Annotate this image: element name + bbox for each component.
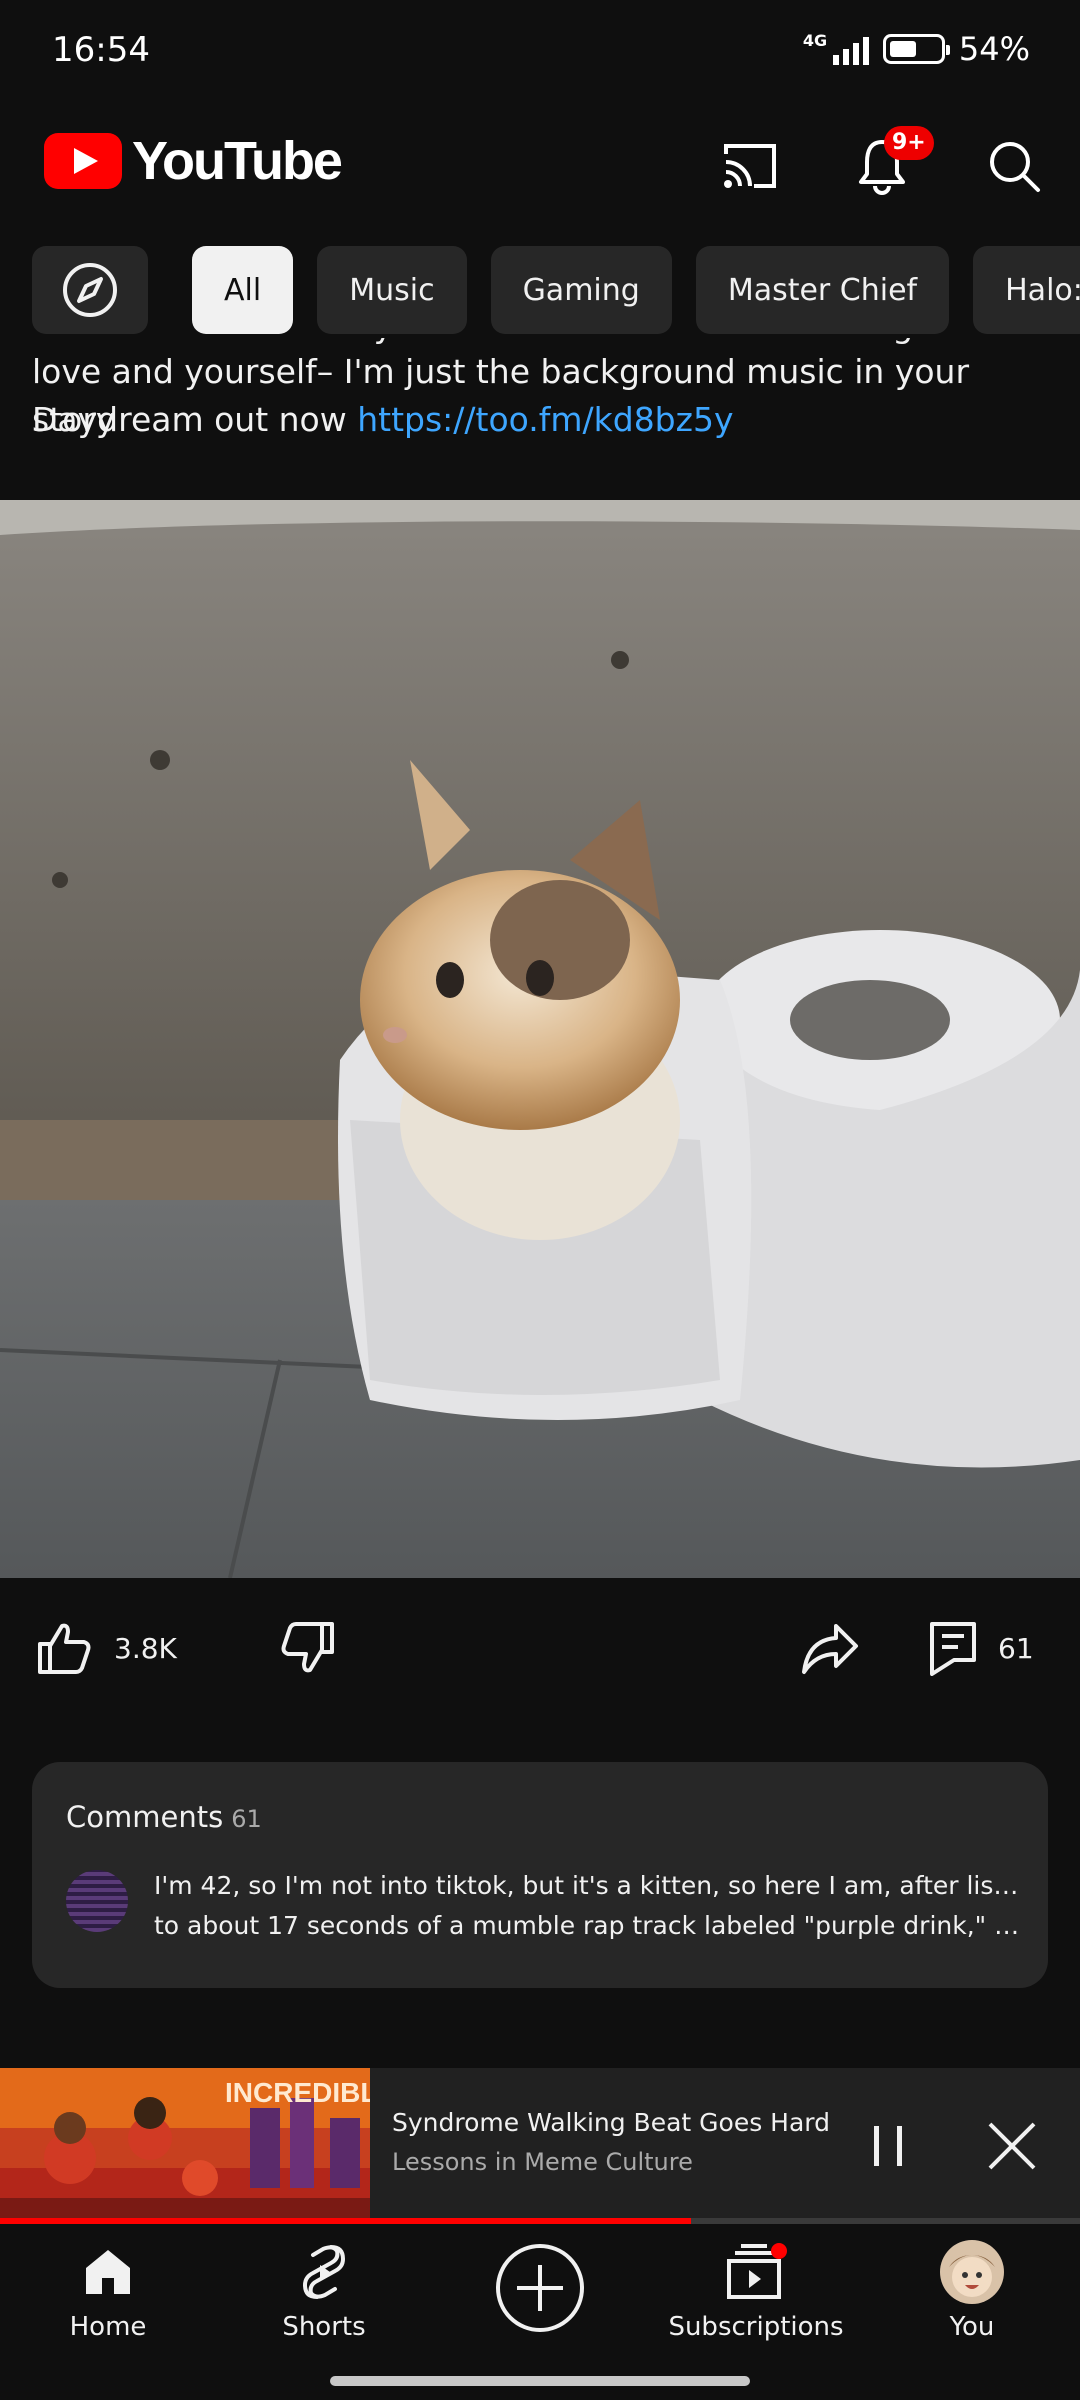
status-time: 16:54	[52, 30, 150, 70]
explore-button[interactable]	[32, 246, 148, 334]
top-comment-line: to about 17 seconds of a mumble rap trac…	[154, 1911, 1022, 1940]
nav-home[interactable]: Home	[8, 2238, 208, 2342]
comments-title: Comments	[66, 1800, 224, 1834]
battery-icon	[882, 34, 950, 64]
shorts-icon	[302, 2245, 346, 2299]
status-bar: 16:54 4G 54%	[0, 0, 1080, 100]
youtube-logo[interactable]: YouTube	[44, 130, 343, 192]
nav-shorts-label: Shorts	[282, 2312, 366, 2342]
mini-player-title: Syndrome Walking Beat Goes Hard	[392, 2108, 831, 2137]
thumbs-up-icon	[38, 1623, 91, 1674]
thumbnail-title: INCREDIBLES	[225, 2077, 370, 2108]
post-description: know it's not true. If you want to stand…	[0, 338, 1080, 500]
description-line: Daydream out now https://too.fm/kd8bz5y	[32, 396, 1052, 444]
description-clipped-line: know it's not true. If you want to stand…	[32, 338, 1072, 350]
nav-subscriptions[interactable]: Subscriptions	[656, 2238, 856, 2342]
home-icon	[86, 2250, 130, 2294]
post-image[interactable]	[0, 500, 1080, 1578]
chip-halo[interactable]: Halo: Cor	[973, 246, 1080, 334]
notification-badge: 9+	[884, 126, 934, 160]
filter-chips: All Music Gaming Master Chief Halo: Cor	[0, 246, 1080, 338]
close-icon[interactable]	[984, 2118, 1040, 2174]
like-count: 3.8K	[114, 1631, 177, 1665]
description-line: love and yourself– I'm just the backgrou…	[32, 352, 970, 439]
signal-icon: 4G	[803, 31, 869, 67]
comments-button[interactable]: 61	[928, 1620, 1034, 1676]
mini-player-channel: Lessons in Meme Culture	[392, 2148, 693, 2176]
plus-icon	[496, 2244, 584, 2332]
chip-master-chief[interactable]: Master Chief	[695, 246, 950, 334]
share-button[interactable]	[800, 1620, 860, 1676]
nav-you-label: You	[949, 2312, 995, 2342]
avatar	[940, 2240, 1004, 2304]
gesture-bar[interactable]	[330, 2376, 750, 2386]
battery-percent: 54%	[958, 30, 1030, 68]
dislike-button[interactable]	[278, 1620, 338, 1676]
nav-shorts[interactable]: Shorts	[224, 2238, 424, 2342]
comments-panel[interactable]: Comments 61 I'm 42, so I'm not into tikto…	[32, 1762, 1048, 1988]
mini-player-thumbnail[interactable]: INCREDIBLES	[0, 2068, 370, 2220]
nav-you[interactable]: You	[872, 2238, 1072, 2342]
app-header: YouTube 9+	[0, 100, 1080, 240]
youtube-play-icon	[44, 133, 122, 189]
create-button[interactable]	[440, 2238, 640, 2338]
description-text: Daydream out now	[32, 400, 358, 439]
comment-count: 61	[998, 1631, 1034, 1665]
kitten-photo	[0, 500, 1080, 1578]
pause-icon[interactable]	[864, 2120, 912, 2172]
top-comment-line: I'm 42, so I'm not into tiktok, but it's…	[154, 1871, 1022, 1900]
chip-gaming[interactable]: Gaming	[490, 246, 672, 334]
subscriptions-icon	[727, 2243, 787, 2299]
description-link[interactable]: https://too.fm/kd8bz5y	[357, 400, 733, 439]
commenter-avatar[interactable]	[66, 1870, 128, 1932]
notifications-button[interactable]: 9+	[846, 126, 934, 202]
bottom-nav: Home Shorts Subscriptions You	[0, 2224, 1080, 2400]
search-icon[interactable]	[978, 130, 1050, 202]
share-icon	[802, 1624, 858, 1674]
status-icons: 4G 54%	[803, 30, 1030, 68]
mini-player[interactable]: INCREDIBLES Syndrome Walking Beat Goes H…	[0, 2068, 1080, 2224]
network-type: 4G	[802, 31, 828, 50]
nav-subscriptions-label: Subscriptions	[668, 2312, 844, 2342]
like-button[interactable]: 3.8K	[34, 1620, 177, 1676]
comments-count: 61	[231, 1805, 262, 1833]
logo-text: YouTube	[132, 131, 343, 191]
top-comment: I'm 42, so I'm not into tiktok, but it's…	[154, 1866, 1022, 1946]
chip-music[interactable]: Music	[317, 246, 467, 334]
compass-icon	[63, 263, 117, 317]
nav-home-label: Home	[69, 2312, 147, 2342]
comments-heading: Comments 61	[66, 1800, 262, 1834]
chip-all[interactable]: All	[192, 246, 294, 334]
cast-icon[interactable]	[714, 130, 786, 202]
comment-icon	[930, 1622, 976, 1676]
action-bar: 3.8K 61	[0, 1600, 1080, 1720]
thumbs-down-icon	[281, 1622, 334, 1673]
